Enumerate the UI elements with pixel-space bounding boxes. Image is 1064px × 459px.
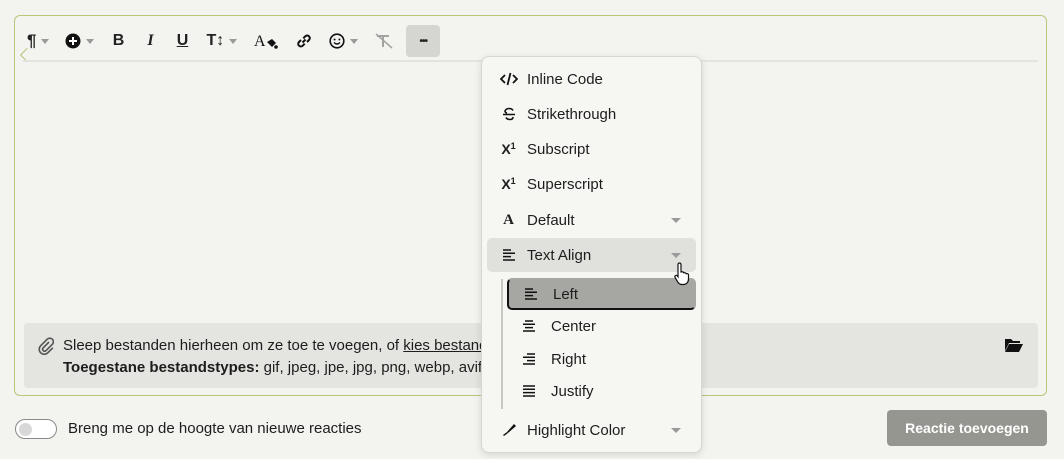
chevron-down-icon xyxy=(671,217,681,223)
submenu-guide xyxy=(501,279,503,409)
link-button[interactable] xyxy=(291,25,317,57)
chevron-down-icon xyxy=(671,252,681,258)
align-option-center[interactable]: Center xyxy=(507,310,696,342)
align-left-icon xyxy=(487,249,527,261)
menu-item-label: Subscript xyxy=(527,140,590,158)
align-option-left[interactable]: Left xyxy=(507,278,696,310)
chevron-down-icon xyxy=(671,427,681,433)
font-icon: A xyxy=(503,211,514,228)
font-size-icon: T↕ xyxy=(206,32,225,49)
menu-item-default-font[interactable]: A Default xyxy=(487,203,696,237)
menu-item-subscript[interactable]: X1 Subscript xyxy=(487,132,696,166)
menu-item-label: Text Align xyxy=(527,246,592,264)
menu-item-label: Strikethrough xyxy=(527,105,617,123)
chevron-down-icon xyxy=(86,38,95,44)
emoji-button[interactable] xyxy=(325,25,362,57)
align-right-icon xyxy=(507,353,551,365)
code-icon xyxy=(487,72,527,86)
hand-pointer-icon xyxy=(674,262,690,286)
allowed-types-label: Toegestane bestandstypes: xyxy=(63,359,260,376)
drop-text: Sleep bestanden hierheen om ze toe te vo… xyxy=(63,337,404,354)
font-color-icon: A xyxy=(254,33,279,50)
clear-format-icon xyxy=(375,33,393,49)
menu-item-label: Superscript xyxy=(527,175,603,193)
notify-toggle[interactable] xyxy=(15,419,57,439)
highlighter-icon xyxy=(487,422,527,438)
align-option-label: Center xyxy=(551,317,597,335)
menu-item-label: Inline Code xyxy=(527,70,603,88)
underline-icon: U xyxy=(176,32,189,49)
allowed-types: Toegestane bestandstypes: gif, jpeg, jpe… xyxy=(63,359,482,376)
menu-item-superscript[interactable]: X1 Superscript xyxy=(487,167,696,201)
menu-item-label: Default xyxy=(527,211,575,229)
more-formatting-menu: Inline Code Strikethrough X1 Subscript X… xyxy=(481,56,702,453)
insert-button[interactable] xyxy=(61,25,98,57)
menu-item-inline-code[interactable]: Inline Code xyxy=(487,62,696,96)
svg-text:A: A xyxy=(254,33,266,50)
drop-instructions: Sleep bestanden hierheen om ze toe te vo… xyxy=(63,337,487,354)
pilcrow-icon: ¶ xyxy=(27,31,37,50)
paperclip-icon xyxy=(38,337,54,355)
subscript-icon: X1 xyxy=(501,141,516,157)
more-button[interactable]: ••• xyxy=(406,25,441,57)
menu-item-highlight-color[interactable]: Highlight Color xyxy=(487,413,696,447)
chevron-down-icon xyxy=(350,38,359,44)
clear-format-button[interactable] xyxy=(370,25,398,57)
plus-circle-icon xyxy=(65,33,81,49)
menu-item-label: Highlight Color xyxy=(527,421,626,439)
align-option-label: Left xyxy=(553,285,579,303)
italic-button[interactable]: I xyxy=(138,25,162,57)
bold-button[interactable]: B xyxy=(106,25,130,57)
align-justify-icon xyxy=(507,385,551,397)
align-option-label: Justify xyxy=(551,382,594,400)
align-left-icon xyxy=(509,288,553,300)
more-icon: ••• xyxy=(419,35,427,47)
align-option-justify[interactable]: Justify xyxy=(507,375,696,407)
chevron-down-icon xyxy=(41,38,50,44)
menu-item-strikethrough[interactable]: Strikethrough xyxy=(487,97,696,131)
font-size-button[interactable]: T↕ xyxy=(202,25,241,57)
align-center-icon xyxy=(507,320,551,332)
allowed-types-value: gif, jpeg, jpe, jpg, png, webp, avif xyxy=(259,359,483,376)
smiley-icon xyxy=(329,33,345,49)
submit-comment-button[interactable]: Reactie toevoegen xyxy=(887,410,1047,446)
choose-file-link[interactable]: kies bestand xyxy=(403,337,487,354)
italic-icon: I xyxy=(147,32,154,49)
notify-label: Breng me op de hoogte van nieuwe reactie… xyxy=(68,420,362,437)
text-color-button[interactable]: A xyxy=(249,25,283,57)
chevron-down-icon xyxy=(229,38,238,44)
folder-open-icon[interactable] xyxy=(1004,337,1024,353)
align-option-right[interactable]: Right xyxy=(507,343,696,375)
menu-item-text-align[interactable]: Text Align xyxy=(487,238,696,272)
paragraph-format-button[interactable]: ¶ xyxy=(23,25,53,57)
strikethrough-icon xyxy=(487,107,527,121)
align-option-label: Right xyxy=(551,350,587,368)
superscript-icon: X1 xyxy=(501,176,516,192)
underline-button[interactable]: U xyxy=(170,25,194,57)
link-icon xyxy=(297,34,311,48)
bold-icon: B xyxy=(112,32,125,49)
